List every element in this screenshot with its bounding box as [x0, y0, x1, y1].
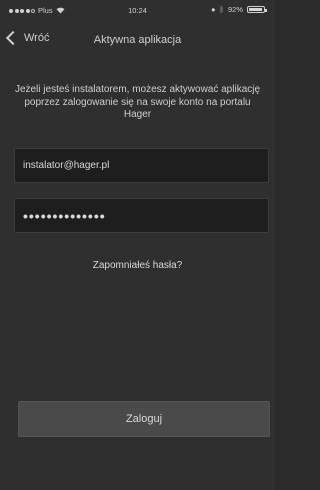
login-screen: Plus 10:24 ● ᛒ 92% Wróć Aktywna aplikacj…: [0, 0, 275, 490]
status-bar: Plus 10:24 ● ᛒ 92%: [0, 0, 275, 20]
battery-fill: [249, 8, 262, 11]
password-field-container: [14, 198, 269, 233]
email-field[interactable]: [15, 149, 268, 182]
login-button[interactable]: Zaloguj: [18, 401, 270, 437]
battery-icon: [247, 6, 267, 13]
password-field[interactable]: [15, 199, 268, 232]
email-field-container: [14, 148, 269, 183]
battery-percent: 92%: [227, 5, 243, 14]
intro-text: Jeżeli jesteś instalatorem, możesz aktyw…: [14, 84, 261, 120]
page-title: Aktywna aplikacja: [93, 34, 182, 46]
alarm-icon: ●: [210, 5, 216, 14]
battery-status: ● ᛒ 92%: [210, 5, 267, 14]
navigation-bar: Wróć Aktywna aplikacja: [0, 22, 275, 66]
forgot-password-link[interactable]: Zapomniałeś hasła?: [0, 260, 275, 271]
bluetooth-icon: ᛒ: [219, 5, 224, 14]
